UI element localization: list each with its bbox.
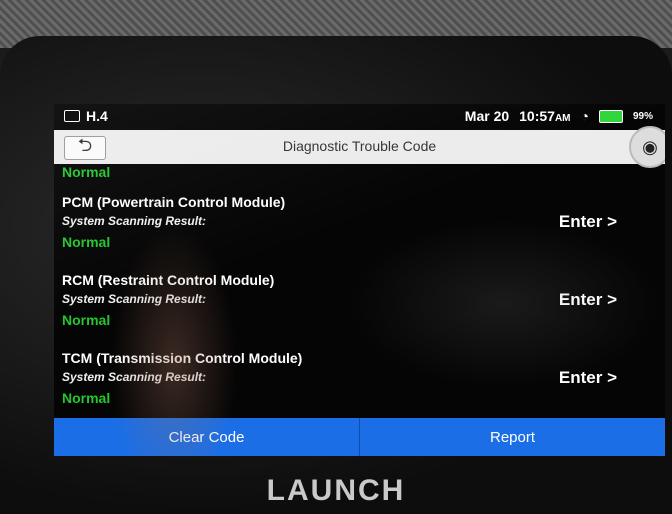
- module-status: Normal: [62, 234, 111, 250]
- device-screen: H.4 Mar 20 10:57AM ◔ 99% ⮌ Diagnostic Tr…: [54, 104, 665, 456]
- bottom-button-bar: Clear Code Report: [54, 418, 665, 456]
- clear-code-button[interactable]: Clear Code: [54, 418, 360, 456]
- page-title: Diagnostic Trouble Code: [282, 138, 437, 154]
- brand-logo: LAUNCH: [266, 474, 406, 507]
- battery-icon: [598, 109, 623, 123]
- list-item[interactable]: RCM (Restraint Control Module) System Sc…: [54, 272, 665, 346]
- scan-result-label: System Scanning Result:: [62, 370, 207, 384]
- module-name: TCM (Transmission Control Module): [62, 350, 303, 366]
- enter-button[interactable]: Enter >: [559, 212, 617, 232]
- title-bar: ⮌ Diagnostic Trouble Code: [54, 130, 665, 164]
- enter-button[interactable]: Enter >: [559, 368, 617, 388]
- screenshot-button[interactable]: ◉: [629, 126, 665, 168]
- module-status: Normal: [62, 312, 111, 328]
- module-status: Normal: [62, 390, 111, 406]
- gallery-icon: [64, 110, 80, 122]
- status-bar: H.4 Mar 20 10:57AM ◔ 99%: [54, 104, 665, 128]
- list-item[interactable]: TCM (Transmission Control Module) System…: [54, 350, 665, 424]
- previous-module-status: Normal: [62, 164, 111, 180]
- status-date: Mar 20: [464, 108, 510, 124]
- module-name: PCM (Powertrain Control Module): [62, 194, 286, 210]
- status-time: 10:57AM: [519, 108, 571, 124]
- module-name: RCM (Restraint Control Module): [62, 272, 275, 288]
- enter-button[interactable]: Enter >: [559, 290, 617, 310]
- battery-percent: 99%: [632, 110, 653, 122]
- report-button[interactable]: Report: [360, 418, 665, 456]
- list-item[interactable]: PCM (Powertrain Control Module) System S…: [54, 194, 665, 268]
- camera-icon: ◉: [642, 136, 658, 157]
- scan-result-label: System Scanning Result:: [62, 214, 207, 228]
- wifi-icon: ◔: [580, 108, 589, 124]
- status-left-text: H.4: [86, 108, 108, 124]
- scan-result-label: System Scanning Result:: [62, 292, 207, 306]
